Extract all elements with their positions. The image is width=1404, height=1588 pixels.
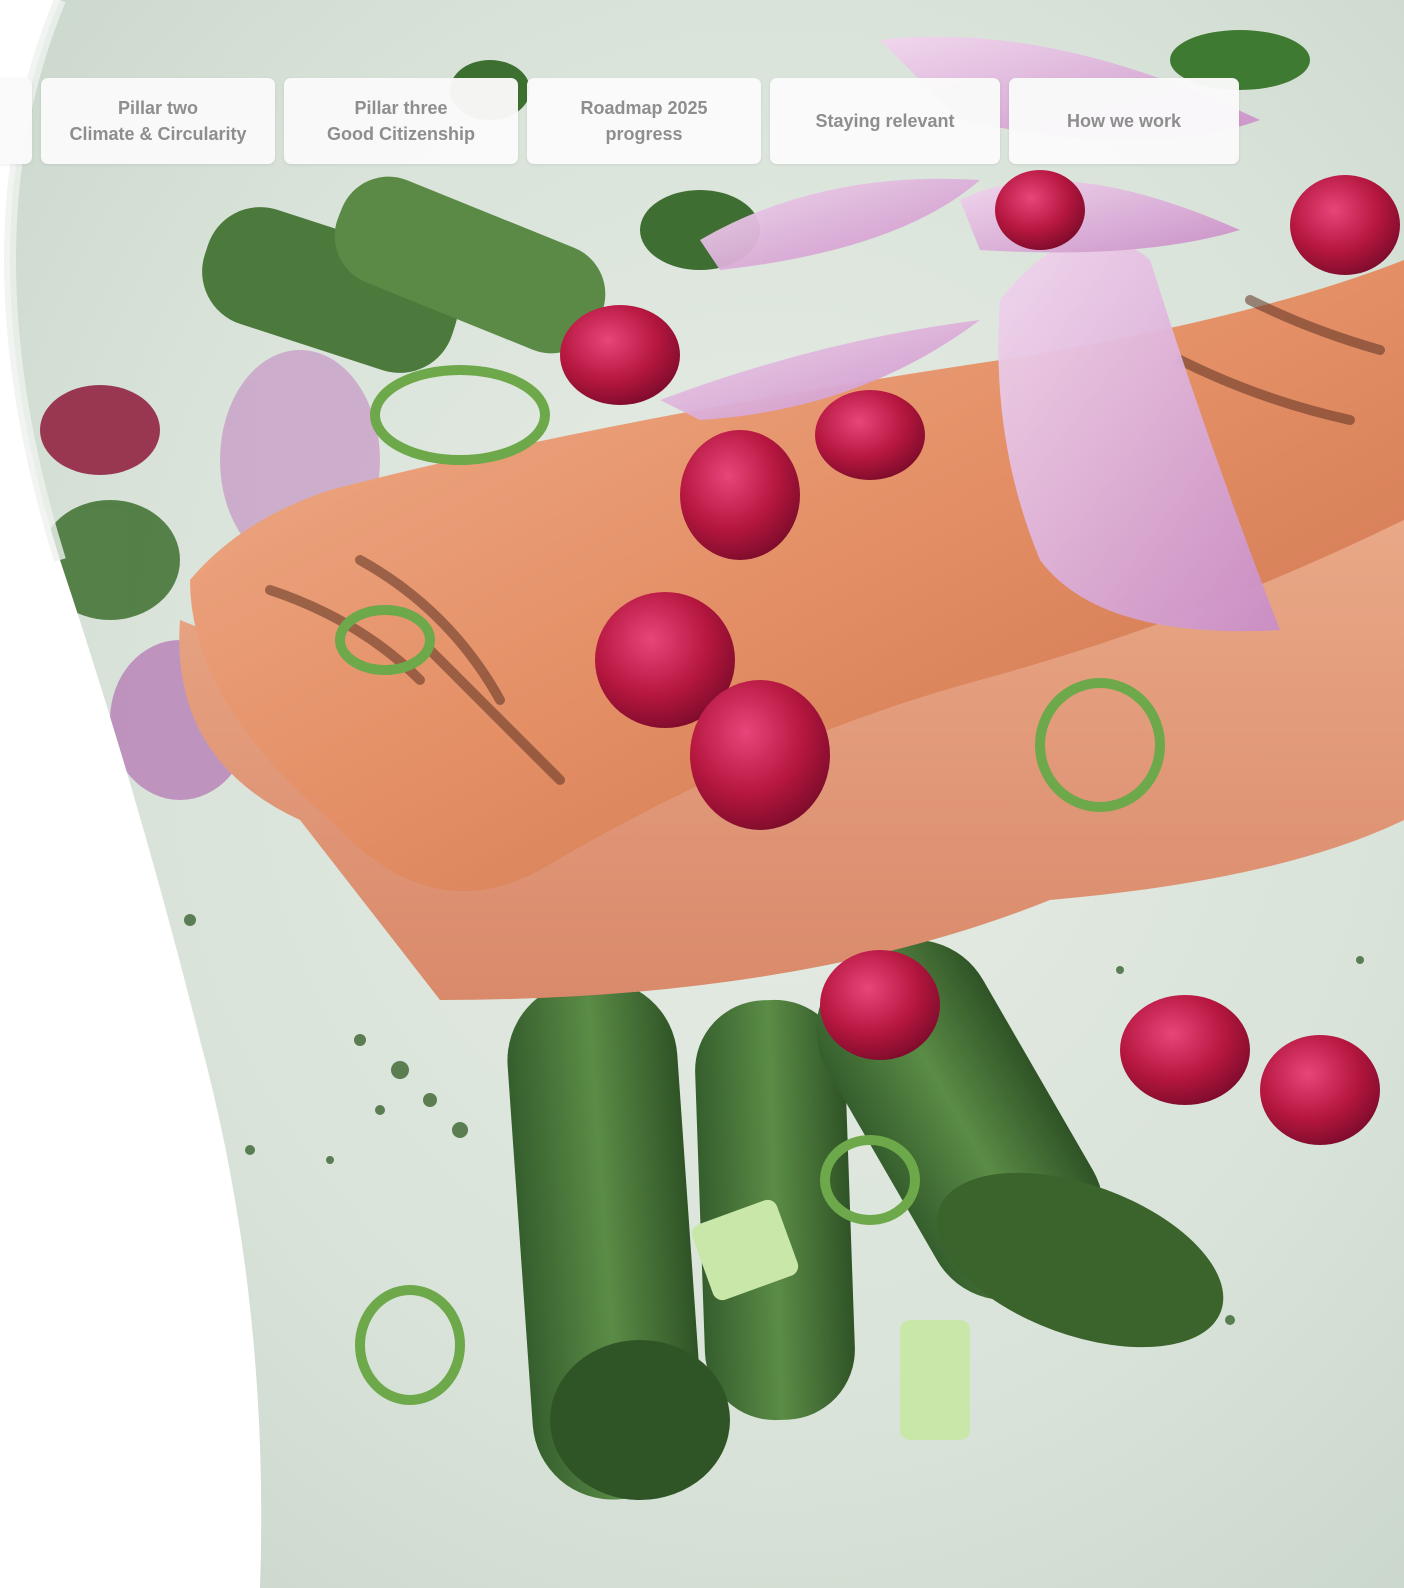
- tab-line-1: Pillar three: [354, 98, 448, 118]
- tab-line-1: Staying relevant: [815, 111, 955, 131]
- tab-line-2: progress: [605, 124, 683, 144]
- tab-pillar-three[interactable]: Pillar three Good Citizenship: [284, 78, 518, 164]
- tab-how-we-work[interactable]: How we work: [1009, 78, 1239, 164]
- tab-line-1: How we work: [1066, 111, 1182, 131]
- decorative-wave-panel: [0, 0, 262, 1588]
- page: Pillar two Climate & Circularity Pillar …: [0, 0, 1404, 1588]
- tab-staying-relevant[interactable]: Staying relevant: [770, 78, 1000, 164]
- section-tab-strip: Pillar two Climate & Circularity Pillar …: [0, 78, 1239, 164]
- tab-line-1: Roadmap 2025: [580, 98, 708, 118]
- tab-line-2: Good Citizenship: [327, 124, 475, 144]
- tab-pillar-two[interactable]: Pillar two Climate & Circularity: [41, 78, 275, 164]
- tab-line-2: Climate & Circularity: [69, 124, 247, 144]
- tab-pillar-one[interactable]: [0, 78, 32, 164]
- tab-roadmap-progress[interactable]: Roadmap 2025 progress: [527, 78, 761, 164]
- tab-line-1: Pillar two: [117, 98, 198, 118]
